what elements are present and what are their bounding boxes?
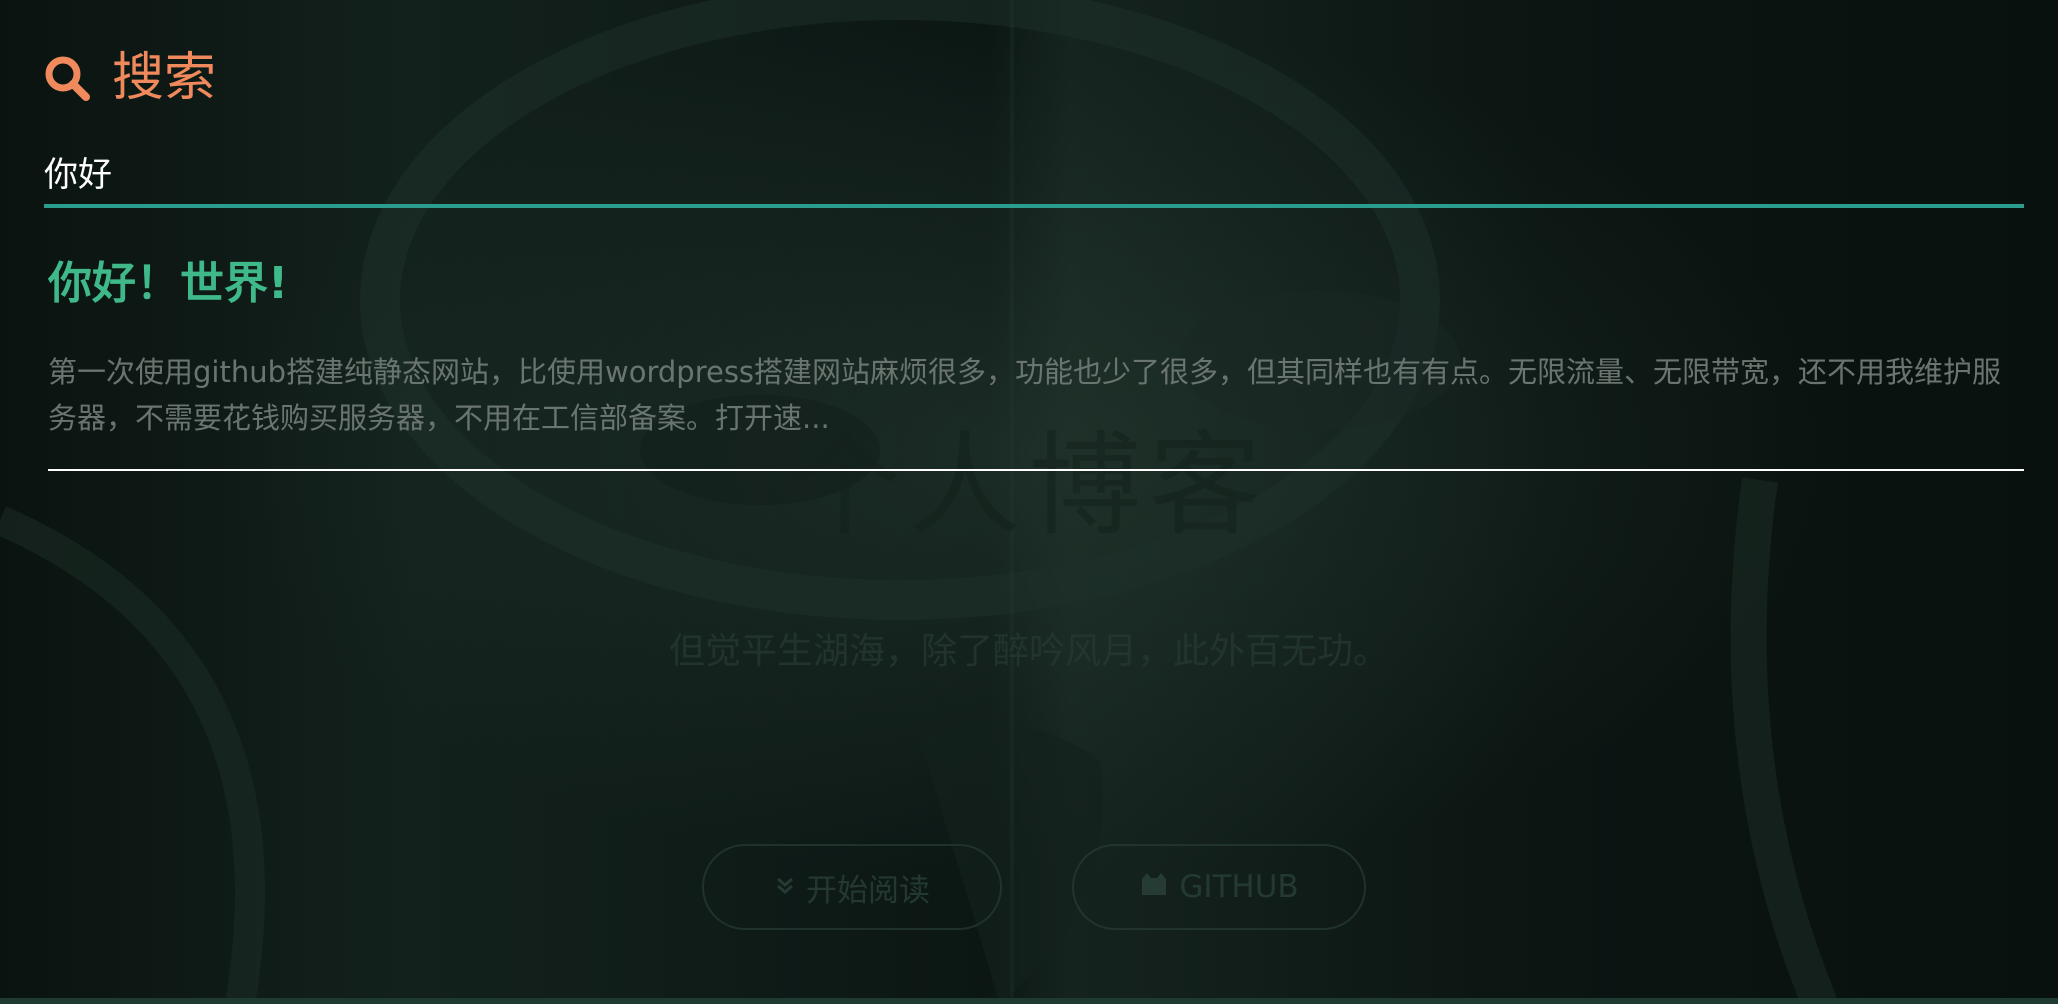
- search-icon: [44, 55, 90, 101]
- search-header: 搜索: [44, 52, 216, 104]
- result-title-link[interactable]: 你好！世界!: [48, 258, 2024, 311]
- search-title: 搜索: [112, 48, 217, 108]
- result-excerpt: 第一次使用github搭建纯静态网站，比使用wordpress搭建网站麻烦很多，…: [48, 349, 2024, 471]
- search-result[interactable]: 你好！世界! 第一次使用github搭建纯静态网站，比使用wordpress搭建…: [48, 258, 2024, 471]
- search-overlay: 搜索 你好！世界! 第一次使用github搭建纯静态网站，比使用wordpres…: [0, 0, 2058, 1004]
- search-input[interactable]: [44, 138, 2024, 208]
